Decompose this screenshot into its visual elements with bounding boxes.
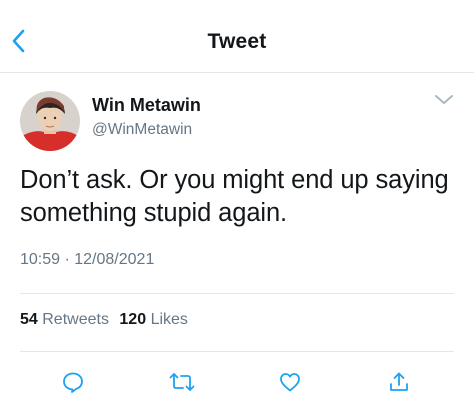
likes-stat[interactable]: 120 Likes bbox=[119, 311, 188, 328]
tweet-stats: 54 Retweets 120 Likes bbox=[20, 311, 188, 329]
page-title: Tweet bbox=[207, 30, 267, 53]
tweet-timestamp[interactable]: 10:59 · 12/08/2021 bbox=[20, 251, 154, 269]
retweet-icon bbox=[169, 373, 195, 391]
avatar[interactable] bbox=[20, 91, 80, 151]
tweet-actions-bar bbox=[0, 366, 474, 398]
reply-icon bbox=[63, 372, 83, 393]
reply-button[interactable] bbox=[59, 368, 87, 396]
divider bbox=[20, 351, 454, 352]
chevron-down-icon bbox=[435, 95, 453, 104]
retweets-count: 54 bbox=[20, 311, 38, 328]
avatar-image bbox=[20, 91, 80, 151]
likes-label: Likes bbox=[150, 311, 188, 328]
share-icon bbox=[390, 372, 408, 391]
username-handle[interactable]: @WinMetawin bbox=[92, 121, 192, 139]
like-icon bbox=[280, 373, 300, 392]
top-bar: Tweet bbox=[0, 0, 474, 73]
likes-count: 120 bbox=[119, 311, 147, 328]
like-button[interactable] bbox=[276, 368, 304, 396]
retweets-stat[interactable]: 54 Retweets bbox=[20, 311, 109, 328]
share-button[interactable] bbox=[385, 368, 413, 396]
more-options-button[interactable] bbox=[430, 89, 458, 111]
divider bbox=[20, 293, 454, 294]
tweet-text: Don’t ask. Or you might end up saying so… bbox=[20, 166, 449, 227]
display-name[interactable]: Win Metawin bbox=[92, 95, 201, 116]
retweet-button[interactable] bbox=[168, 368, 196, 396]
retweets-label: Retweets bbox=[42, 311, 109, 328]
